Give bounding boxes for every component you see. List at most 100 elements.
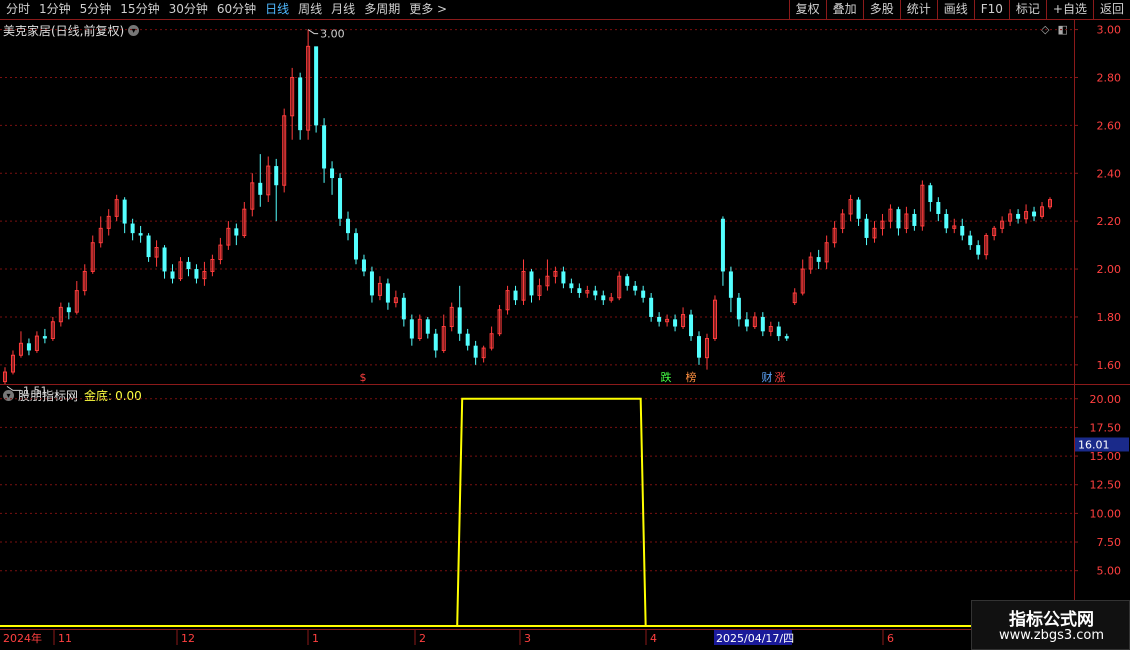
candle-body-down [856, 199, 861, 219]
candle-body-down [122, 199, 127, 224]
date-label: 11 [58, 632, 72, 645]
date-axis: 2024年 11 12 1 2 3 4 2025/04/17/四 6 [3, 630, 894, 645]
event-marker: $ [360, 371, 367, 384]
candle-body-down [960, 225, 965, 236]
watermark-url: www.zbgs3.com [998, 628, 1105, 643]
candle-body-down [66, 307, 71, 313]
candle-body-down [673, 319, 678, 327]
chart-grid [0, 29, 1074, 572]
indicator-tick-label: 5.00 [1097, 565, 1122, 578]
watermark-title: 指标公式网 [1009, 610, 1094, 630]
price-tick-label: 2.60 [1097, 119, 1122, 132]
indicator-tick-label: 12.50 [1090, 479, 1122, 492]
candle-body-down [361, 259, 366, 272]
candle-body-down [649, 297, 654, 317]
price-tick-label: 1.80 [1097, 311, 1122, 324]
candle-body-down [330, 168, 335, 179]
candle-body-down [561, 271, 566, 284]
low-price-label: 1.51 [23, 384, 48, 397]
price-tick-label: 1.60 [1097, 359, 1122, 372]
event-marker: 涨 [775, 371, 786, 384]
candle-body-down [385, 283, 390, 303]
candle-body-down [912, 213, 917, 226]
candle-body-down [314, 46, 319, 126]
candle-body-down [976, 245, 981, 255]
indicator-line [0, 397, 1072, 627]
candle-body-down [346, 218, 351, 234]
candle-body-down [513, 290, 518, 301]
date-label: 4 [650, 632, 657, 645]
date-label: 1 [312, 632, 319, 645]
candle-body-down [42, 336, 47, 339]
candle-body-down [369, 271, 374, 296]
candle-body-down [720, 218, 725, 272]
candle-body-down [353, 233, 358, 260]
candle-body-down [968, 235, 973, 246]
candle-body-down [601, 295, 606, 301]
indicator-tick-label: 7.50 [1097, 536, 1122, 549]
candle-body-down [465, 333, 470, 346]
candle-body-down [744, 319, 749, 327]
candle-body-down [138, 233, 143, 236]
candle-body-down [529, 271, 534, 296]
candle-body-down [657, 316, 662, 322]
candle-body-down [641, 290, 646, 298]
candle-body-down [433, 333, 438, 351]
high-price-label: 3.00 [320, 28, 345, 41]
price-tick-label: 3.00 [1097, 24, 1122, 37]
candle-body-down [338, 178, 343, 219]
candle-body-down [1032, 211, 1037, 217]
date-label: 2 [419, 632, 426, 645]
price-tick-label: 2.40 [1097, 167, 1122, 180]
chart-frame [0, 20, 1130, 650]
event-marker: 跌 [661, 370, 672, 384]
event-markers: $ 跌榜 财涨 [360, 370, 786, 384]
candle-body-down [234, 228, 239, 236]
candle-body-down [425, 319, 430, 334]
candle-body-down [593, 290, 598, 296]
event-marker: 财 [762, 370, 773, 384]
candle-body-down [728, 271, 733, 298]
candle-body-down [864, 218, 869, 238]
date-label: 2024年 [3, 631, 42, 645]
date-label: 3 [524, 632, 531, 645]
indicator-tick-label: 15.00 [1090, 450, 1122, 463]
candle-body-down [130, 223, 135, 234]
candle-body-down [170, 271, 175, 279]
candle-body-down [776, 326, 781, 337]
date-label: 2025/04/17/四 [716, 632, 794, 645]
indicator-plot [0, 397, 1130, 627]
candle-body-down [409, 319, 414, 339]
candle-body-down [760, 316, 765, 332]
candle-body-down [816, 257, 821, 262]
indicator-tick-label: 17.50 [1090, 421, 1122, 434]
candle-body-down [274, 166, 279, 186]
candle-body-down [736, 297, 741, 320]
date-label: 12 [181, 632, 195, 645]
candle-body-down [1016, 213, 1021, 219]
candle-body-down [633, 285, 638, 291]
candle-body-down [784, 336, 789, 339]
candle-body-down [186, 261, 191, 270]
price-axis: 3.00 2.80 2.60 2.40 2.20 2.00 1.80 1.60 20.00 17.… [1074, 24, 1129, 578]
candle-body-down [625, 276, 630, 286]
cursor-value: 16.01 [1078, 438, 1110, 451]
kline-chart[interactable]: 3.002.802.602.402.202.001.801.6020.0017.… [0, 0, 1130, 650]
candle-body-down [936, 202, 941, 214]
high-pointer [307, 29, 319, 35]
candle-body-down [322, 125, 327, 169]
candle-body-down [569, 283, 574, 289]
price-tick-label: 2.80 [1097, 71, 1122, 84]
candle-body-down [697, 336, 702, 358]
candle-body-down [401, 297, 406, 320]
indicator-tick-label: 10.00 [1090, 507, 1122, 520]
indicator-tick-label: 20.00 [1090, 393, 1122, 406]
candle-body-down [194, 269, 199, 279]
candlesticks [3, 29, 1052, 384]
candle-body-down [162, 247, 167, 272]
watermark-logo: 指标公式网 www.zbgs3.com [971, 600, 1130, 650]
candle-body-down [258, 182, 263, 195]
low-pointer [6, 385, 21, 391]
candle-body-down [928, 185, 933, 202]
candle-body-down [146, 235, 151, 258]
